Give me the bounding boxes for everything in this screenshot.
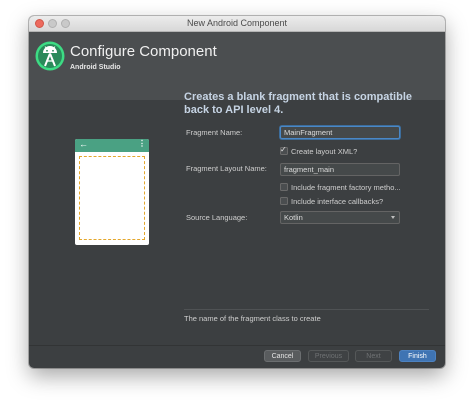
previous-button[interactable]: Previous <box>308 350 349 362</box>
arrow-left-icon: ← <box>79 139 88 149</box>
source-language-value: Kotlin <box>284 213 303 222</box>
hint-divider <box>184 309 429 310</box>
include-factory-methods-label: Include fragment factory metho... <box>291 183 401 192</box>
dialog-header: Configure Component Android Studio <box>29 32 445 100</box>
source-language-select[interactable]: Kotlin <box>280 211 400 224</box>
page-subtitle: Android Studio <box>70 64 121 71</box>
preview-fragment-area <box>79 156 145 240</box>
checkmark-icon: ✓ <box>280 145 287 154</box>
preview-app-bar: ← ⋮ <box>75 139 149 152</box>
window-title: New Android Component <box>186 18 288 28</box>
chevron-down-icon <box>391 216 395 219</box>
footer-divider <box>29 345 445 346</box>
dialog-window: New Android Component Configure Componen… <box>29 16 445 368</box>
overflow-menu-icon: ⋮ <box>138 139 146 148</box>
source-language-label: Source Language: <box>186 213 248 222</box>
create-layout-xml-label: Create layout XML? <box>291 147 358 156</box>
fragment-preview: ← ⋮ <box>75 139 149 245</box>
next-button[interactable]: Next <box>355 350 392 362</box>
android-studio-logo-icon <box>35 41 65 71</box>
fragment-layout-name-input[interactable]: fragment_main <box>280 163 400 176</box>
fragment-name-input[interactable]: MainFragment <box>280 126 400 139</box>
fragment-name-label: Fragment Name: <box>186 128 243 137</box>
fragment-layout-name-label: Fragment Layout Name: <box>186 164 267 173</box>
page-title: Configure Component <box>70 43 217 60</box>
checkbox-box[interactable] <box>280 183 288 191</box>
include-interface-callbacks-label: Include interface callbacks? <box>291 197 384 206</box>
finish-button[interactable]: Finish <box>399 350 436 362</box>
template-description: Creates a blank fragment that is compati… <box>184 91 413 116</box>
checkbox-box[interactable] <box>280 197 288 205</box>
cancel-button[interactable]: Cancel <box>264 350 301 362</box>
field-hint: The name of the fragment class to create <box>184 314 321 323</box>
title-bar: New Android Component <box>29 16 445 32</box>
